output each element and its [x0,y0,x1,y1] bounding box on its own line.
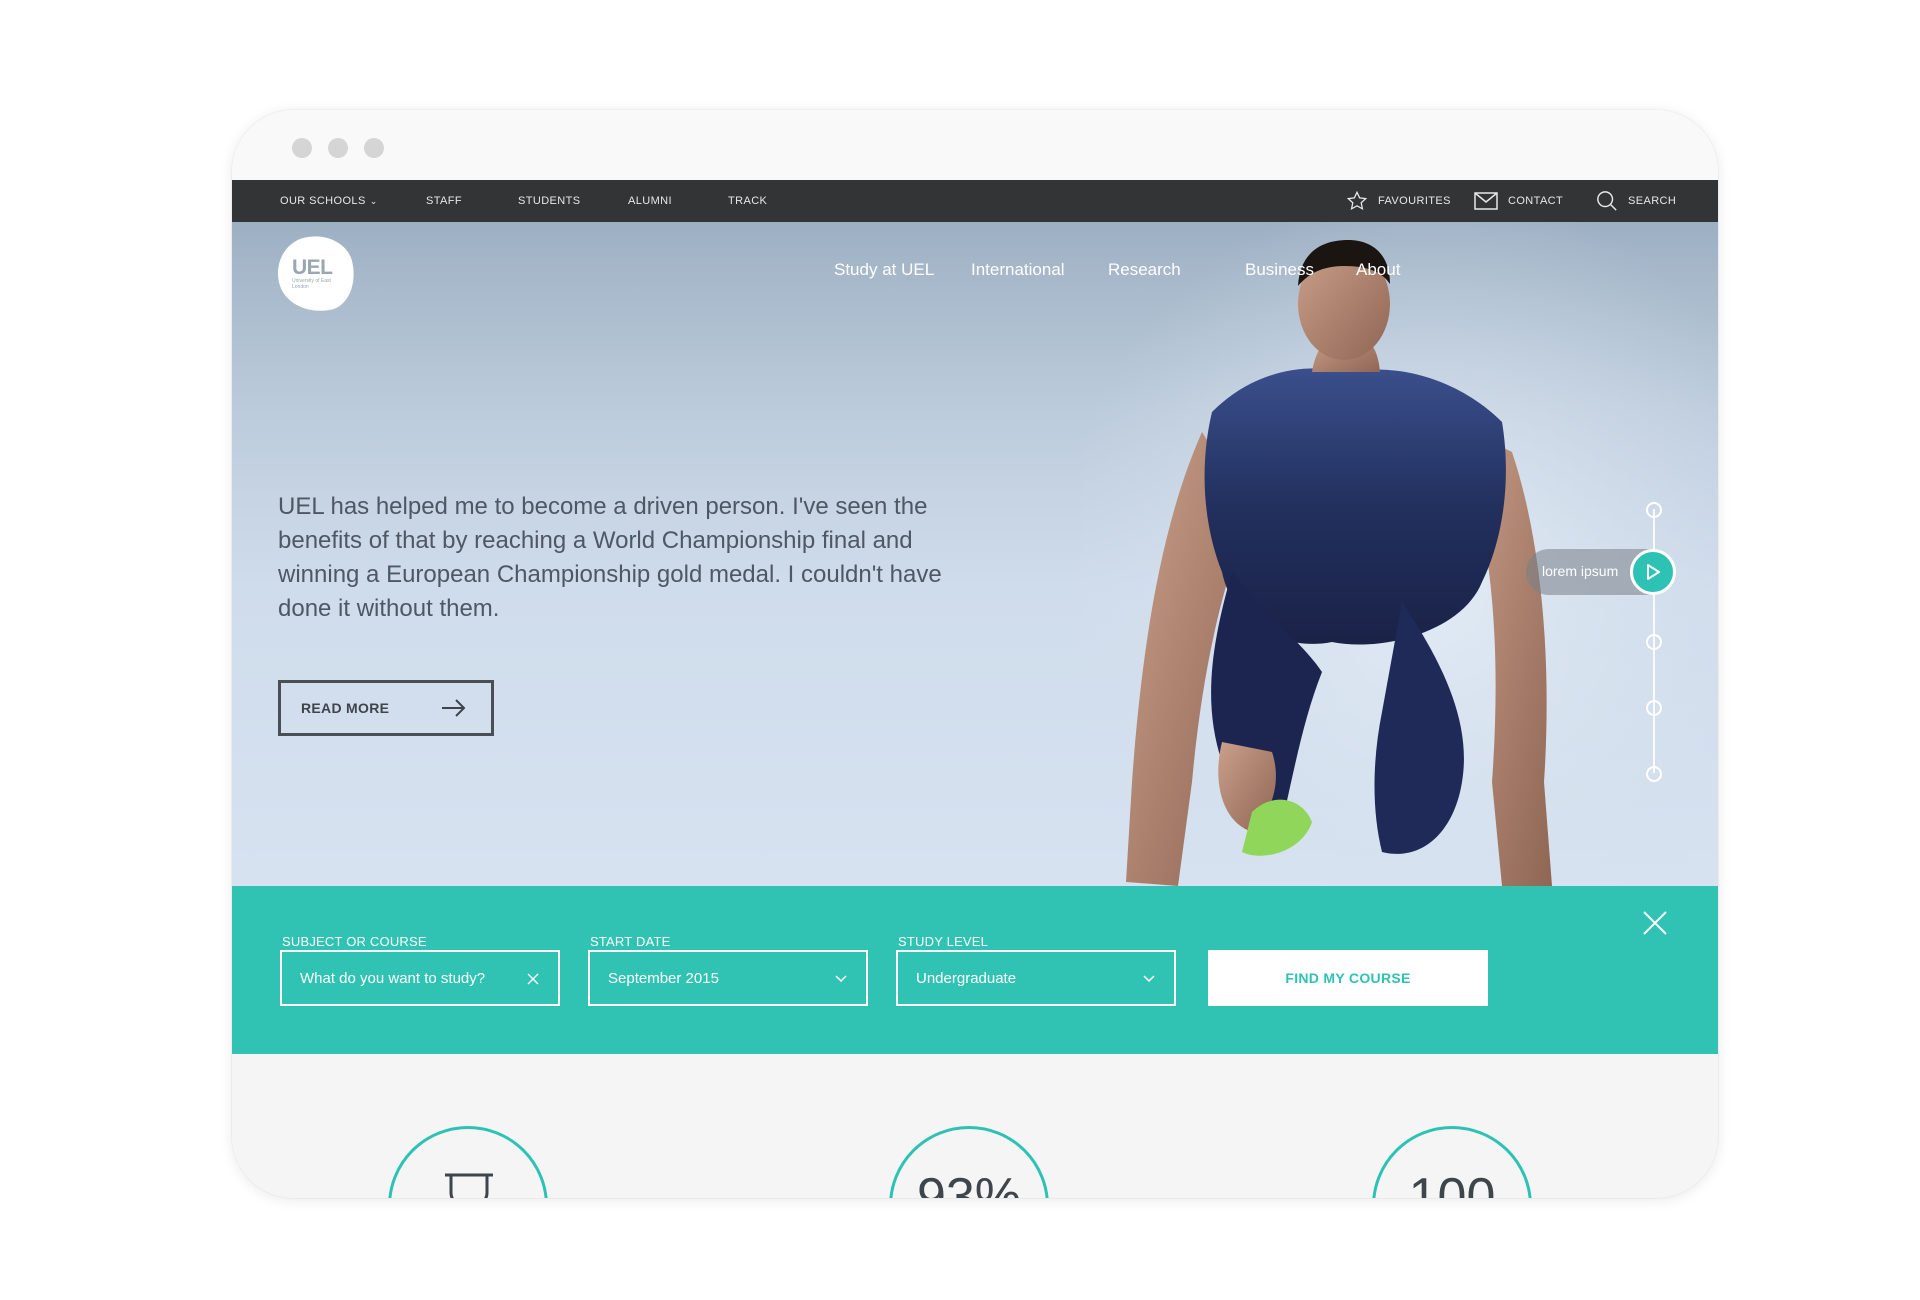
stat-circle-3: 100 [1372,1126,1532,1198]
hero-quote: UEL has helped me to become a driven per… [278,493,942,622]
stats-section: 93% 100 [232,1054,1718,1198]
subject-input[interactable]: What do you want to study? [280,950,560,1006]
top-utility-bar: OUR SCHOOLS ⌄ STAFF STUDENTS ALUMNI TRACK… [232,180,1718,222]
envelope-icon [1474,192,1498,210]
window-dot-minimize[interactable] [328,138,348,158]
hero-section: UEL University of East London Study at U… [232,222,1718,886]
start-date-label: START DATE [590,934,671,949]
topbar-track[interactable]: TRACK [728,180,767,222]
find-my-course-button[interactable]: FIND MY COURSE [1208,950,1488,1006]
clear-icon[interactable] [526,972,540,986]
stat-circle-2: 93% [889,1126,1049,1198]
chevron-down-icon [1143,975,1155,983]
stat-value-number: 100 [1408,1168,1496,1198]
start-date-select[interactable]: September 2015 [588,950,868,1006]
nav-research[interactable]: Research [1108,260,1181,280]
topbar-students[interactable]: STUDENTS [518,180,580,222]
cup-icon [445,1173,493,1198]
slider-label: lorem ipsum [1542,563,1619,579]
topbar-our-schools-label: OUR SCHOOLS [280,195,366,207]
close-icon[interactable] [1642,910,1668,936]
stat-circle-1 [388,1126,548,1198]
slider-dot-3[interactable] [1646,634,1662,650]
logo-subtitle: University of East London [292,278,331,290]
topbar-alumni[interactable]: ALUMNI [628,180,672,222]
study-level-value: Undergraduate [916,969,1017,987]
contact-link[interactable]: CONTACT [1474,180,1563,222]
search-icon [1597,191,1617,211]
star-icon [1346,190,1368,211]
nav-international[interactable]: International [971,260,1065,280]
slider-dot-1[interactable] [1646,502,1662,518]
window-dot-maximize[interactable] [364,138,384,158]
stat-value-percent: 93% [916,1168,1022,1198]
play-button[interactable] [1630,549,1676,595]
contact-label: CONTACT [1508,195,1564,207]
chevron-down-icon: ⌄ [369,196,378,206]
nav-business[interactable]: Business [1245,260,1314,280]
logo-name: UEL [292,256,333,279]
slider-dot-5[interactable] [1646,766,1662,782]
course-search-bar: SUBJECT OR COURSE What do you want to st… [232,886,1718,1054]
subject-placeholder: What do you want to study? [300,969,486,987]
browser-frame: OUR SCHOOLS ⌄ STAFF STUDENTS ALUMNI TRACK… [232,110,1718,1198]
window-chrome [232,110,1718,180]
nav-about[interactable]: About [1356,260,1400,280]
favourites-link[interactable]: FAVOURITES [1346,180,1451,222]
start-date-value: September 2015 [608,969,719,987]
arrow-right-icon [442,699,466,717]
nav-study-at-uel[interactable]: Study at UEL [834,260,934,280]
subject-label: SUBJECT OR COURSE [282,934,427,949]
topbar-our-schools[interactable]: OUR SCHOOLS ⌄ [280,180,378,222]
chevron-down-icon [835,975,847,983]
play-icon [1647,564,1660,580]
slider-dot-4[interactable] [1646,700,1662,716]
study-level-label: STUDY LEVEL [898,934,989,949]
search-label: SEARCH [1628,195,1677,207]
read-more-button[interactable]: READ MORE [278,680,494,736]
window-dot-close[interactable] [292,138,312,158]
search-link[interactable]: SEARCH [1596,180,1676,222]
favourites-label: FAVOURITES [1378,195,1451,207]
study-level-select[interactable]: Undergraduate [896,950,1176,1006]
read-more-label: READ MORE [301,700,390,716]
topbar-staff[interactable]: STAFF [426,180,462,222]
